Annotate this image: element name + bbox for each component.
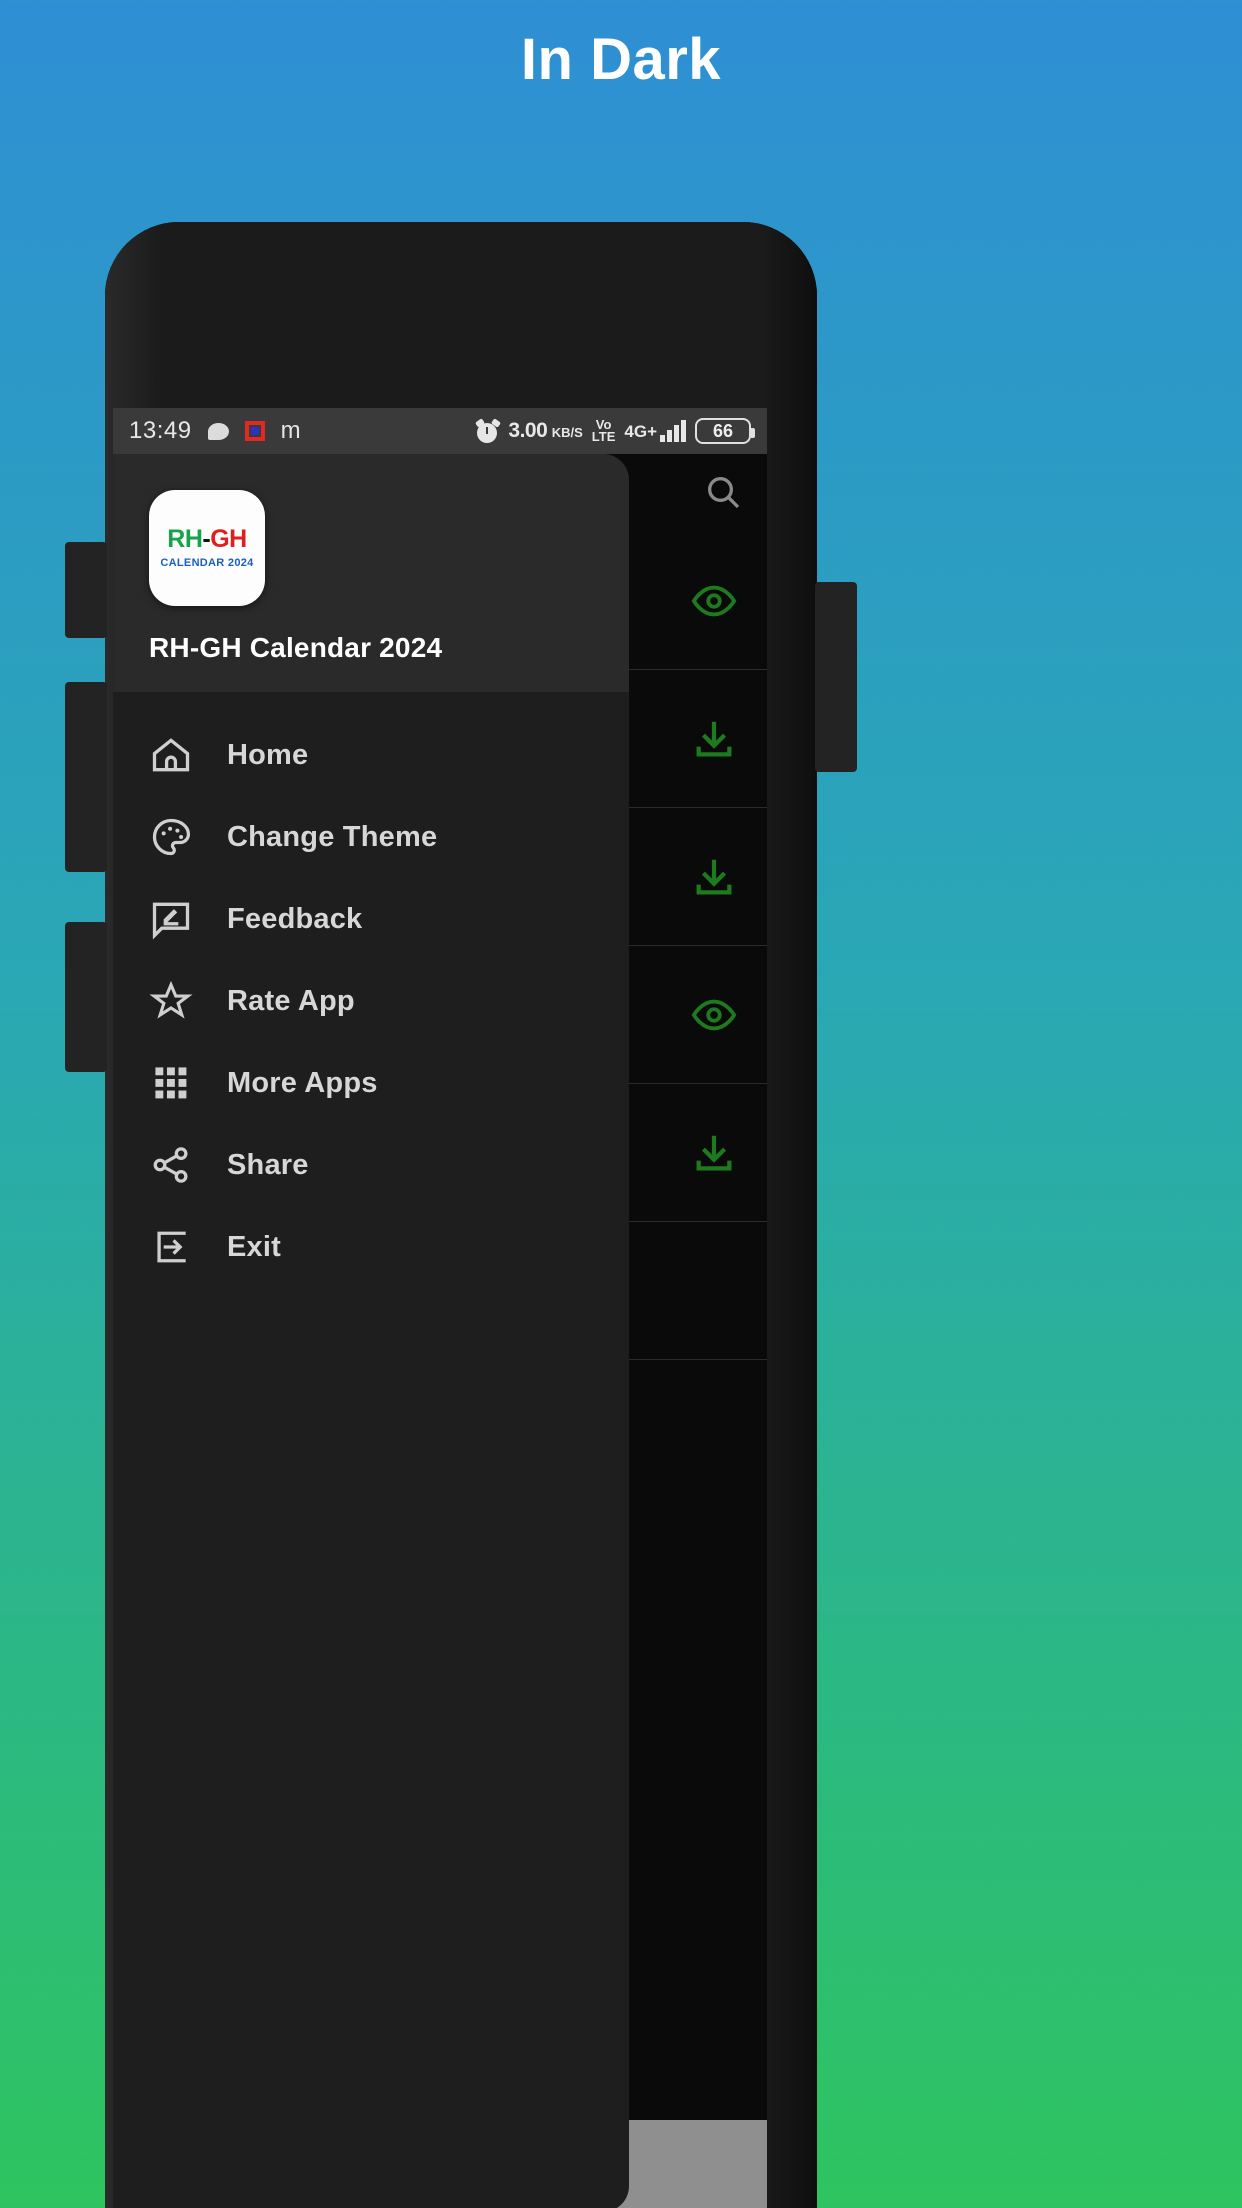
app-square-icon <box>244 421 265 441</box>
battery-icon: 66 <box>695 418 755 444</box>
menu-item-label: Home <box>227 738 309 771</box>
navigation-drawer: RH-GH CALENDAR 2024 RH-GH Calendar 2024 … <box>113 454 629 2208</box>
eye-icon[interactable] <box>691 578 737 624</box>
app-icon-title: RH-GH <box>167 525 247 553</box>
battery-level: 66 <box>712 420 734 441</box>
star-icon <box>149 979 193 1023</box>
menu-item-more-apps[interactable]: More Apps <box>113 1042 629 1124</box>
download-icon[interactable] <box>691 1130 737 1176</box>
menu-item-label: Feedback <box>227 902 363 935</box>
menu-item-label: Rate App <box>227 984 355 1017</box>
phone-screen: 13:49 m 3.00 KB/S Vo LTE 4G+ 66 RH-GH CA… <box>113 408 767 2208</box>
menu-item-label: Exit <box>227 1230 281 1263</box>
status-time: 13:49 <box>129 417 192 444</box>
palette-icon <box>149 815 193 859</box>
app-icon-rh: RH <box>167 525 203 553</box>
home-icon <box>149 733 193 777</box>
network-type-label: 4G+ <box>624 422 657 441</box>
menu-item-change-theme[interactable]: Change Theme <box>113 796 629 878</box>
search-icon[interactable] <box>703 472 743 512</box>
volume-down-button <box>65 682 107 872</box>
message-bubble-icon <box>207 422 229 440</box>
side-button-right <box>815 582 857 772</box>
status-bar-right: 3.00 KB/S Vo LTE 4G+ 66 <box>475 417 755 444</box>
page-title: In Dark <box>520 27 722 92</box>
network-speed-unit: KB/S <box>551 425 583 441</box>
share-icon <box>149 1143 193 1187</box>
drawer-menu: Home Change Theme Feedback Rate App More… <box>113 692 629 1288</box>
menu-item-share[interactable]: Share <box>113 1124 629 1206</box>
menu-item-home[interactable]: Home <box>113 714 629 796</box>
app-icon-subtitle: CALENDAR 2024 <box>160 557 254 569</box>
rate-review-icon <box>149 897 193 941</box>
menu-item-rate-app[interactable]: Rate App <box>113 960 629 1042</box>
drawer-app-name: RH-GH Calendar 2024 <box>149 632 443 663</box>
menu-item-label: Share <box>227 1148 309 1181</box>
status-bar-left: 13:49 m <box>129 417 301 445</box>
drawer-header: RH-GH CALENDAR 2024 RH-GH Calendar 2024 <box>113 454 629 692</box>
grid-apps-icon <box>149 1061 193 1105</box>
download-icon[interactable] <box>691 854 737 900</box>
volume-up-button <box>65 542 107 638</box>
alarm-icon <box>475 418 502 443</box>
menu-item-exit[interactable]: Exit <box>113 1206 629 1288</box>
exit-icon <box>149 1225 193 1269</box>
power-button <box>65 922 107 1072</box>
signal-strength-icon: 4G+ <box>624 420 686 442</box>
phone-mockup: 13:49 m 3.00 KB/S Vo LTE 4G+ 66 RH-GH CA… <box>65 222 857 2208</box>
eye-icon[interactable] <box>691 992 737 1038</box>
download-icon[interactable] <box>691 716 737 762</box>
volte-bottom: LTE <box>591 429 616 444</box>
menu-item-label: Change Theme <box>227 820 438 853</box>
network-speed: 3.00 KB/S <box>508 419 583 443</box>
mail-m-icon: m <box>280 417 301 444</box>
status-bar: 13:49 m 3.00 KB/S Vo LTE 4G+ 66 <box>113 408 767 454</box>
app-icon-gh: GH <box>210 525 247 553</box>
app-icon: RH-GH CALENDAR 2024 <box>149 490 265 606</box>
menu-item-feedback[interactable]: Feedback <box>113 878 629 960</box>
volte-icon: Vo LTE <box>591 417 616 444</box>
network-speed-value: 3.00 <box>508 419 548 443</box>
menu-item-label: More Apps <box>227 1066 378 1099</box>
